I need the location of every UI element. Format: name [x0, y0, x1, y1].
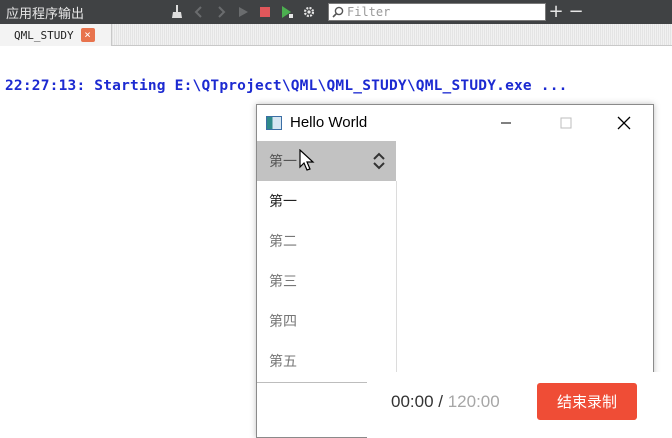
rerun-icon[interactable] [234, 3, 252, 21]
pane-title: 应用程序输出 [6, 6, 85, 22]
list-item[interactable]: 第三 [257, 261, 396, 301]
previous-icon[interactable] [190, 3, 208, 21]
window-title: Hello World [290, 114, 368, 131]
minimize-button[interactable] [483, 105, 529, 141]
combo-box[interactable]: 第一 [257, 141, 396, 181]
combo-current-value: 第一 [269, 154, 297, 170]
recording-timer: 00:00 / 120:00 [391, 392, 500, 412]
list-item[interactable]: 第二 [257, 221, 396, 261]
recorder-bar: 00:00 / 120:00 结束录制 [367, 372, 672, 438]
next-icon[interactable] [212, 3, 230, 21]
tab-label: QML_STUDY [14, 28, 74, 42]
list-item[interactable]: 第四 [257, 301, 396, 341]
close-button[interactable] [601, 105, 647, 141]
search-icon [332, 3, 344, 22]
total-time: 120:00 [447, 392, 500, 411]
run-debug-icon[interactable] [278, 3, 296, 21]
output-pane-toolbar: 应用程序输出 + − [0, 0, 672, 24]
stop-icon[interactable] [256, 3, 274, 21]
close-icon [617, 116, 631, 130]
filter-input[interactable] [347, 5, 537, 19]
output-tab-strip: QML_STUDY × [0, 24, 672, 46]
time-separator: / [433, 392, 448, 411]
maximize-button[interactable] [543, 105, 589, 141]
zoom-in-icon[interactable]: + [546, 3, 566, 21]
filter-field[interactable] [328, 3, 546, 21]
mouse-cursor-icon [299, 149, 315, 171]
window-title-bar[interactable]: Hello World [257, 105, 653, 141]
zoom-out-icon[interactable]: − [566, 3, 586, 21]
stop-recording-button[interactable]: 结束录制 [537, 383, 637, 420]
elapsed-time: 00:00 [391, 392, 434, 411]
list-item[interactable]: 第一 [257, 181, 396, 221]
output-line: 22:27:13: Starting E:\QTproject\QML\QML_… [5, 78, 568, 94]
updown-chevron-icon [373, 152, 385, 170]
minimize-icon [501, 122, 511, 124]
maximize-icon [560, 117, 572, 129]
gear-icon[interactable] [300, 3, 318, 21]
broom-clear-icon[interactable] [168, 3, 186, 21]
tab-qml-study[interactable]: QML_STUDY × [0, 24, 112, 46]
close-icon[interactable]: × [80, 28, 95, 42]
combo-popup-list: 第一 第二 第三 第四 第五 [257, 181, 397, 383]
window-app-icon [266, 116, 282, 130]
